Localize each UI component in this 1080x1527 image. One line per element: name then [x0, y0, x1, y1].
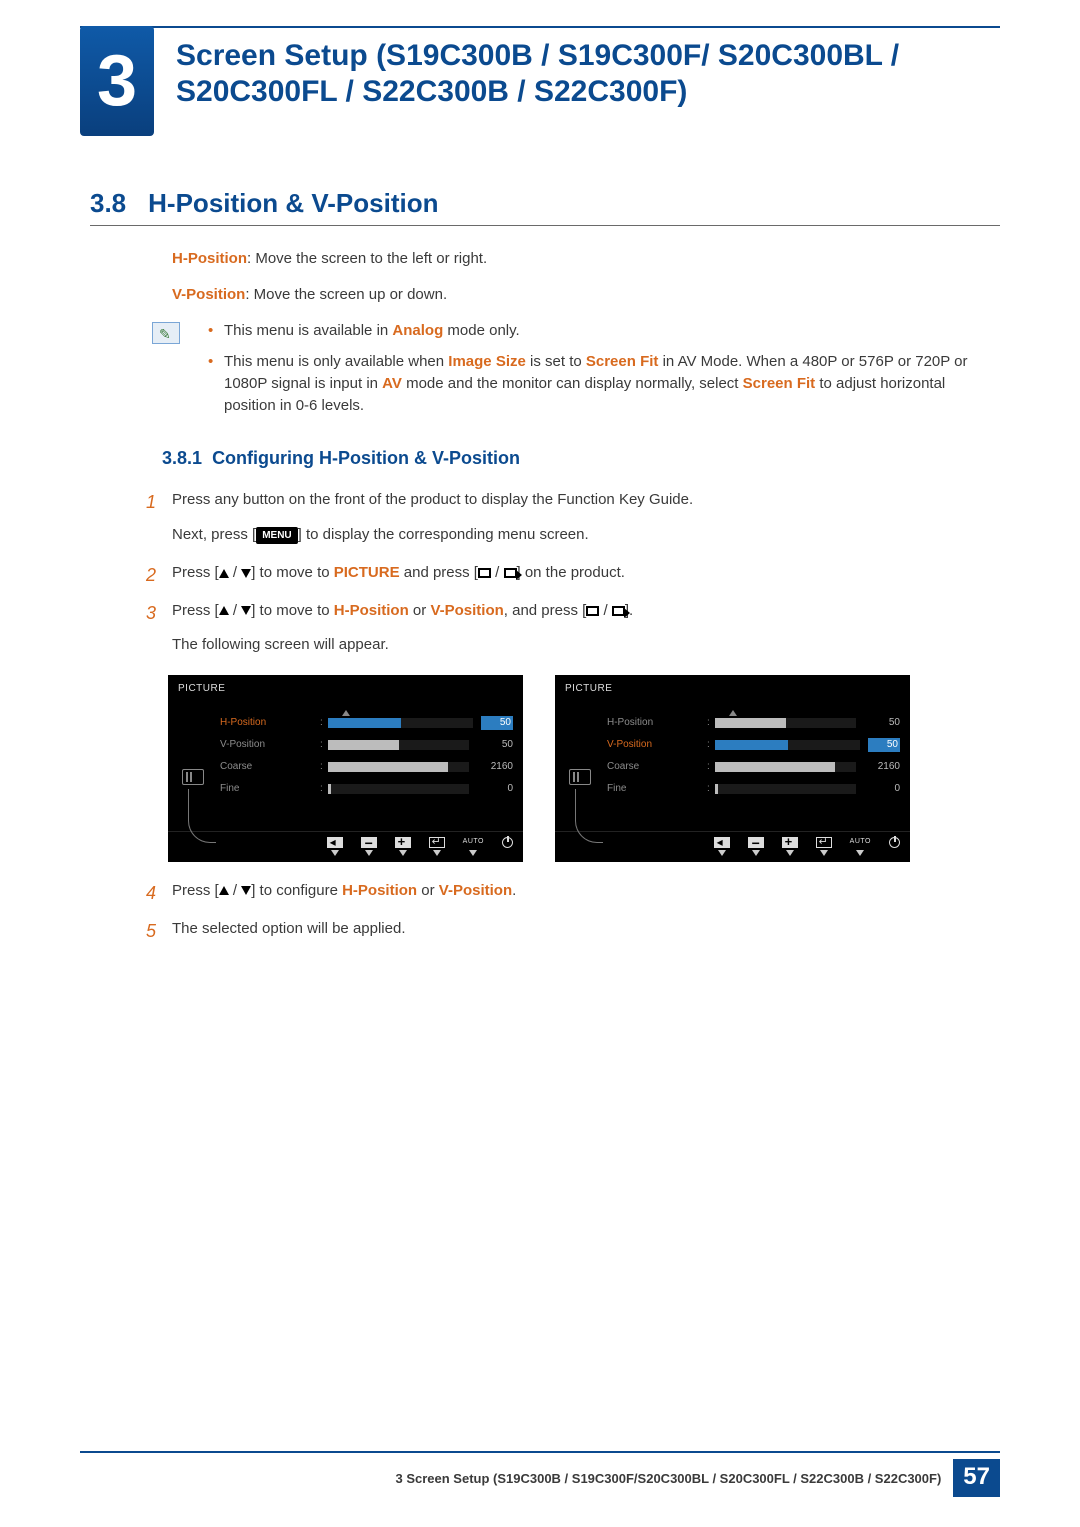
osd-slider [715, 762, 856, 772]
page-footer: 3 Screen Setup (S19C300B / S19C300F/S20C… [80, 1451, 1000, 1497]
step-1: 1 Press any button on the front of the p… [172, 489, 980, 547]
footer-text: 3 Screen Setup (S19C300B / S19C300F/S20C… [395, 1471, 941, 1486]
osd-auto-label: AUTO [463, 837, 484, 848]
osd-item-label: Fine [607, 782, 707, 797]
osd-back-icon [327, 837, 343, 848]
osd-row: H-Position:50 [607, 713, 900, 733]
source-enter-icon [504, 568, 517, 578]
osd-item-label: V-Position [607, 738, 707, 753]
osd-title: PICTURE [555, 675, 910, 701]
v-position-desc: V-Position: Move the screen up or down. [172, 284, 980, 306]
osd-back-icon [714, 837, 730, 848]
osd-item-label: Coarse [220, 760, 320, 775]
section-number: 3.8 [90, 188, 126, 218]
osd-nav-bar: AUTO [555, 831, 910, 862]
section-title: H-Position & V-Position [148, 188, 438, 218]
down-arrow-icon [241, 606, 251, 615]
down-arrow-icon [241, 569, 251, 578]
osd-row: V-Position:50 [607, 735, 900, 755]
osd-slider [328, 740, 469, 750]
osd-up-indicator [168, 701, 523, 713]
osd-row: V-Position:50 [220, 735, 513, 755]
osd-enter-icon [429, 837, 445, 848]
osd-item-value: 2160 [864, 760, 900, 775]
note-bullet-1: This menu is available in Analog mode on… [214, 320, 980, 342]
osd-category-icon [182, 769, 204, 785]
osd-row: Fine:0 [607, 779, 900, 799]
osd-item-label: V-Position [220, 738, 320, 753]
chapter-number-badge: 3 [80, 26, 154, 136]
up-arrow-icon [219, 569, 229, 578]
osd-item-value: 0 [477, 782, 513, 797]
osd-curve-decoration [188, 789, 216, 843]
note-icon [152, 322, 180, 344]
osd-screenshot-left: PICTURE H-Position:50V-Position:50Coarse… [168, 675, 523, 862]
osd-item-value: 50 [868, 738, 900, 753]
step-2: 2 Press [ / ] to move to PICTURE and pre… [172, 562, 980, 584]
step-4: 4 Press [ / ] to configure H-Position or… [172, 880, 980, 902]
osd-item-value: 50 [481, 716, 513, 731]
osd-nav-bar: AUTO [168, 831, 523, 862]
menu-key-icon: MENU [256, 527, 297, 545]
osd-slider [328, 784, 469, 794]
osd-item-label: H-Position [220, 716, 320, 731]
osd-row: Coarse:2160 [607, 757, 900, 777]
osd-item-value: 0 [864, 782, 900, 797]
subsection-title: Configuring H-Position & V-Position [212, 448, 520, 468]
osd-item-label: Fine [220, 782, 320, 797]
osd-item-value: 2160 [477, 760, 513, 775]
osd-row: Fine:0 [220, 779, 513, 799]
osd-slider [328, 718, 473, 728]
osd-auto-label: AUTO [850, 837, 871, 848]
source-icon [478, 568, 491, 578]
osd-minus-icon [748, 837, 764, 848]
note-block: This menu is available in Analog mode on… [192, 320, 980, 417]
osd-slider [328, 762, 469, 772]
osd-item-value: 50 [864, 716, 900, 731]
step-5: 5 The selected option will be applied. [172, 918, 980, 940]
osd-curve-decoration [575, 789, 603, 843]
osd-category-icon [569, 769, 591, 785]
osd-screenshot-right: PICTURE H-Position:50V-Position:50Coarse… [555, 675, 910, 862]
osd-enter-icon [816, 837, 832, 848]
chapter-title: Screen Setup (S19C300B / S19C300F/ S20C3… [176, 38, 990, 110]
osd-slider [715, 784, 856, 794]
page-body: H-Position: Move the screen to the left … [172, 248, 980, 955]
note-bullet-2: This menu is only available when Image S… [214, 351, 980, 416]
osd-up-indicator [555, 701, 910, 713]
h-position-desc: H-Position: Move the screen to the left … [172, 248, 980, 270]
osd-row: Coarse:2160 [220, 757, 513, 777]
page-number: 57 [953, 1459, 1000, 1497]
osd-item-label: H-Position [607, 716, 707, 731]
subsection-number: 3.8.1 [162, 448, 202, 468]
osd-plus-icon [782, 837, 798, 848]
osd-item-value: 50 [477, 738, 513, 753]
osd-slider [715, 740, 860, 750]
up-arrow-icon [219, 606, 229, 615]
step-3: 3 Press [ / ] to move to H-Position or V… [172, 600, 980, 862]
osd-item-label: Coarse [607, 760, 707, 775]
osd-row: H-Position:50 [220, 713, 513, 733]
osd-minus-icon [361, 837, 377, 848]
osd-plus-icon [395, 837, 411, 848]
osd-title: PICTURE [168, 675, 523, 701]
up-arrow-icon [219, 886, 229, 895]
top-rule [80, 26, 1000, 28]
v-position-label: V-Position [172, 286, 245, 303]
source-icon [586, 606, 599, 616]
osd-power-icon [889, 837, 900, 848]
section-heading: 3.8 H-Position & V-Position [90, 188, 1000, 226]
osd-power-icon [502, 837, 513, 848]
source-enter-icon [612, 606, 625, 616]
osd-slider [715, 718, 856, 728]
h-position-label: H-Position [172, 250, 247, 267]
subsection-heading: 3.8.1 Configuring H-Position & V-Positio… [162, 445, 980, 471]
down-arrow-icon [241, 886, 251, 895]
